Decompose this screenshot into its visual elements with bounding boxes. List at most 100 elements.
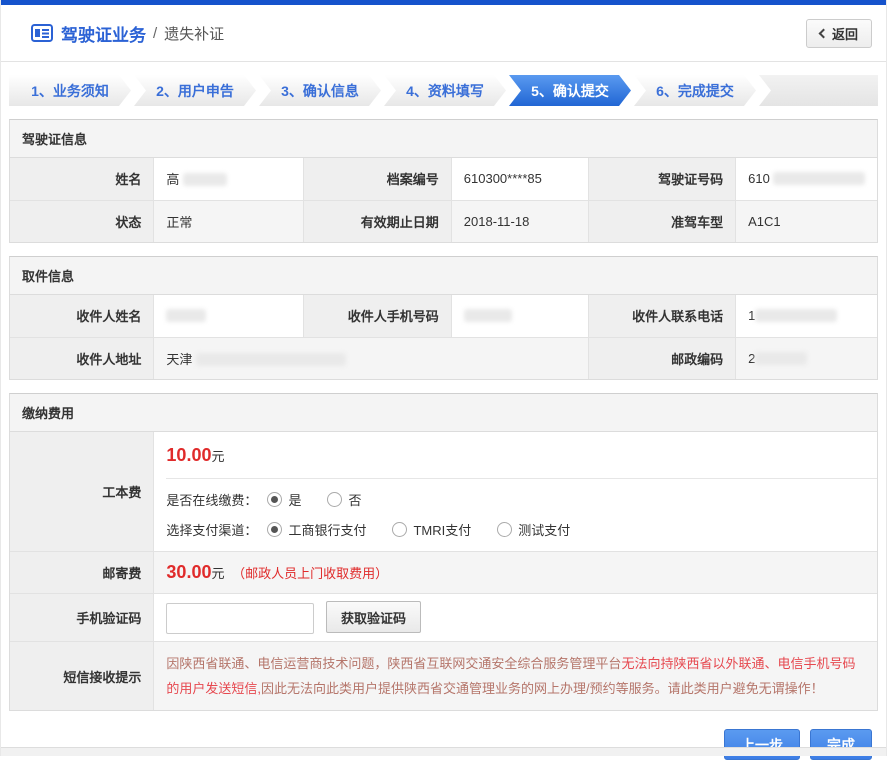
recipient-name-label: 收件人姓名 [10, 295, 154, 337]
payment-title: 缴纳费用 [10, 394, 877, 432]
header: 驾驶证业务 / 遗失补证 返回 [1, 5, 886, 62]
vehicle-class-label: 准驾车型 [588, 200, 735, 242]
postage-fee-note: （邮政人员上门收取费用） [232, 566, 388, 581]
pickup-info-table: 收件人姓名 收件人手机号码 收件人联系电话 1 收件人地址 天津 邮政编码 2 [10, 295, 877, 379]
sms-code-input[interactable] [166, 603, 314, 634]
sms-notice-text: 因陕西省联通、电信运营商技术问题，陕西省互联网交通安全综合服务管理平台无法向持陕… [154, 642, 877, 711]
postage-fee-amount: 30.00 [166, 562, 211, 582]
radio-checked-icon[interactable] [267, 492, 282, 507]
name-label: 姓名 [10, 158, 154, 200]
recipient-mobile-label: 收件人手机号码 [304, 295, 451, 337]
step-1[interactable]: 1、业务须知 [9, 75, 131, 106]
redacted-blur [755, 352, 807, 365]
online-no-option[interactable]: 否 [327, 490, 361, 509]
channel-tmri-option[interactable]: TMRI支付 [392, 520, 471, 539]
license-info-table: 姓名 高 档案编号 610300****85 驾驶证号码 610 状态 正常 有… [10, 158, 877, 242]
postage-fee-label: 邮寄费 [10, 552, 154, 594]
postal-code-value: 2 [736, 337, 877, 379]
online-yes-label: 是 [288, 490, 301, 509]
production-fee-unit: 元 [211, 449, 224, 464]
pickup-info-section: 取件信息 收件人姓名 收件人手机号码 收件人联系电话 1 收件人地址 天津 邮政… [9, 256, 878, 380]
status-label: 状态 [10, 200, 154, 242]
redacted-blur [183, 173, 227, 186]
online-payment-question: 是否在线缴费： [166, 490, 257, 509]
back-button-label: 返回 [832, 24, 858, 43]
production-fee-cell: 10.00元 是否在线缴费： 是 否 选择支付渠道： 工商银行支付 TMRI支付… [154, 432, 877, 552]
status-value: 正常 [154, 200, 304, 242]
recipient-name-value [154, 295, 304, 337]
name-value: 高 [154, 158, 304, 200]
redacted-blur [755, 309, 837, 322]
redacted-blur [196, 353, 346, 366]
page-title: 驾驶证业务 [61, 21, 146, 46]
table-row: 短信接收提示 因陕西省联通、电信运营商技术问题，陕西省互联网交通安全综合服务管理… [10, 642, 877, 711]
license-info-section: 驾驶证信息 姓名 高 档案编号 610300****85 驾驶证号码 610 状… [9, 119, 878, 243]
license-list-icon [31, 24, 53, 42]
recipient-phone-label: 收件人联系电话 [588, 295, 735, 337]
table-row: 手机验证码 获取验证码 [10, 594, 877, 642]
recipient-address-value: 天津 [154, 337, 588, 379]
table-row: 姓名 高 档案编号 610300****85 驾驶证号码 610 [10, 158, 877, 200]
sms-notice-part1: 因陕西省联通、电信运营商技术问题，陕西省互联网交通安全综合服务管理平台 [166, 656, 621, 671]
radio-unchecked-icon[interactable] [392, 522, 407, 537]
sms-code-cell: 获取验证码 [154, 594, 877, 642]
back-button[interactable]: 返回 [806, 19, 872, 48]
file-number-label: 档案编号 [304, 158, 451, 200]
radio-unchecked-icon[interactable] [327, 492, 342, 507]
recipient-mobile-value [451, 295, 588, 337]
file-number-value: 610300****85 [451, 158, 588, 200]
sms-code-label: 手机验证码 [10, 594, 154, 642]
bottom-strip [1, 747, 886, 756]
channel-icbc-option[interactable]: 工商银行支付 [267, 520, 366, 539]
table-row: 收件人地址 天津 邮政编码 2 [10, 337, 877, 379]
online-no-label: 否 [348, 490, 361, 509]
payment-table: 工本费 10.00元 是否在线缴费： 是 否 选择支付渠道： 工商银行支付 TM… [10, 432, 877, 710]
step-6[interactable]: 6、完成提交 [634, 75, 756, 106]
payment-channel-question: 选择支付渠道： [166, 520, 257, 539]
expiry-date-value: 2018-11-18 [451, 200, 588, 242]
table-row: 状态 正常 有效期止日期 2018-11-18 准驾车型 A1C1 [10, 200, 877, 242]
sms-notice-label: 短信接收提示 [10, 642, 154, 711]
channel-icbc-label: 工商银行支付 [288, 520, 366, 539]
postage-fee-unit: 元 [211, 566, 224, 581]
channel-tmri-label: TMRI支付 [413, 520, 471, 539]
step-wizard: 1、业务须知 2、用户申告 3、确认信息 4、资料填写 5、确认提交 6、完成提… [9, 75, 878, 106]
table-row: 工本费 10.00元 是否在线缴费： 是 否 选择支付渠道： 工商银行支付 TM… [10, 432, 877, 552]
breadcrumb-page: 遗失补证 [164, 23, 224, 44]
recipient-phone-value: 1 [736, 295, 877, 337]
sms-notice-part3: 因此无法向此类用户提供陕西省交通管理业务的网上办理/预约等服务。请此类用户避免无… [261, 681, 824, 696]
postal-code-label: 邮政编码 [588, 337, 735, 379]
radio-checked-icon[interactable] [267, 522, 282, 537]
page: 驾驶证业务 / 遗失补证 返回 1、业务须知 2、用户申告 3、确认信息 4、资… [0, 0, 887, 756]
redacted-blur [464, 309, 512, 322]
production-fee-amount: 10.00 [166, 445, 211, 465]
online-payment-question-row: 是否在线缴费： 是 否 [166, 490, 877, 509]
breadcrumb-separator: / [153, 25, 157, 42]
chevron-left-icon [819, 28, 829, 38]
get-sms-code-button[interactable]: 获取验证码 [326, 601, 421, 633]
recipient-address-label: 收件人地址 [10, 337, 154, 379]
radio-unchecked-icon[interactable] [497, 522, 512, 537]
postage-fee-cell: 30.00元 （邮政人员上门收取费用） [154, 552, 877, 594]
license-info-title: 驾驶证信息 [10, 120, 877, 158]
vehicle-class-value: A1C1 [736, 200, 877, 242]
channel-test-option[interactable]: 测试支付 [497, 520, 570, 539]
step-3[interactable]: 3、确认信息 [259, 75, 381, 106]
table-row: 收件人姓名 收件人手机号码 收件人联系电话 1 [10, 295, 877, 337]
production-fee-amount-row: 10.00元 [166, 432, 877, 479]
license-number-value: 610 [736, 158, 877, 200]
online-yes-option[interactable]: 是 [267, 490, 301, 509]
redacted-blur [773, 172, 865, 185]
step-2[interactable]: 2、用户申告 [134, 75, 256, 106]
license-number-label: 驾驶证号码 [588, 158, 735, 200]
expiry-date-label: 有效期止日期 [304, 200, 451, 242]
pickup-info-title: 取件信息 [10, 257, 877, 295]
payment-section: 缴纳费用 工本费 10.00元 是否在线缴费： 是 否 选择支付渠道： 工 [9, 393, 878, 711]
channel-test-label: 测试支付 [518, 520, 570, 539]
step-wizard-filler [759, 75, 878, 106]
production-fee-label: 工本费 [10, 432, 154, 552]
step-5-active[interactable]: 5、确认提交 [509, 75, 631, 106]
step-4[interactable]: 4、资料填写 [384, 75, 506, 106]
payment-channel-row: 选择支付渠道： 工商银行支付 TMRI支付 测试支付 [166, 520, 877, 539]
redacted-blur [166, 309, 206, 322]
